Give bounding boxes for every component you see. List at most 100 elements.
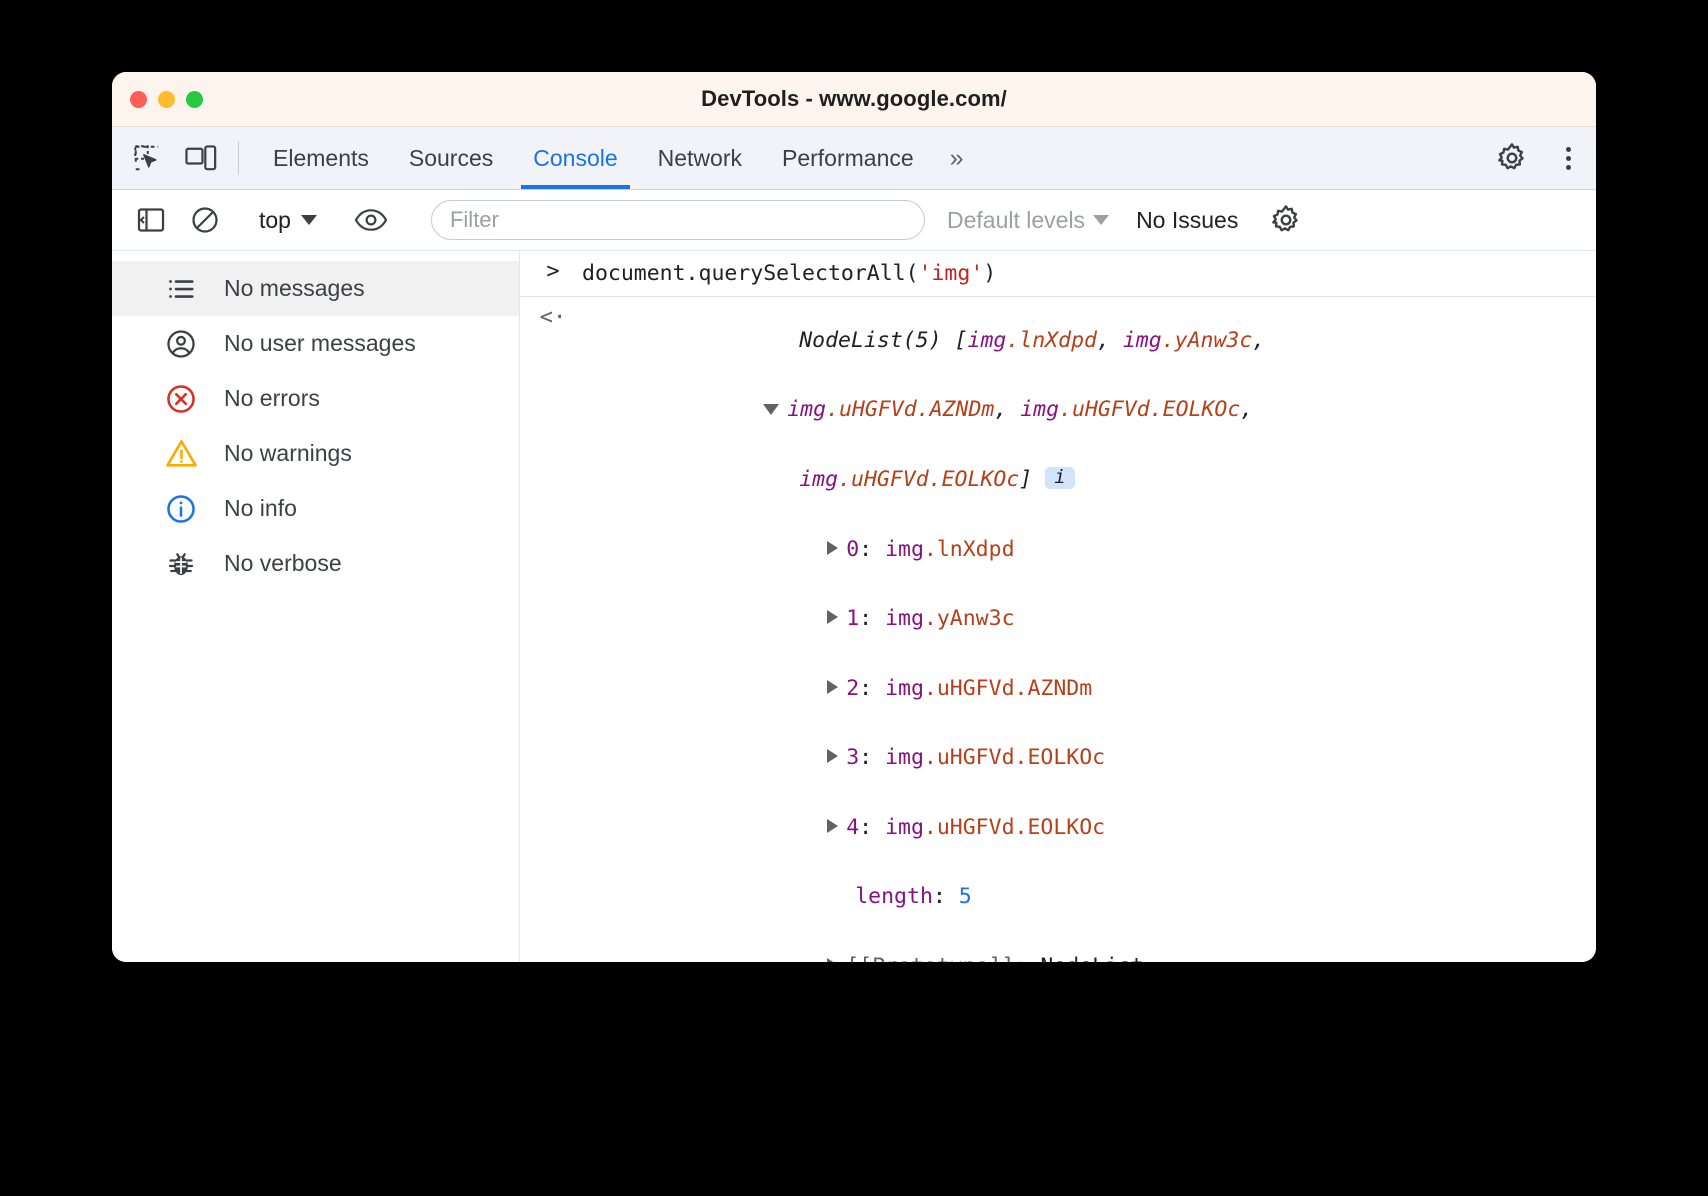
console-sidebar: No messages No user messages <box>112 251 520 962</box>
child-class: .uHGFVd.EOLKOc <box>924 815 1105 840</box>
tab-console[interactable]: Console <box>513 127 637 189</box>
info-icon <box>164 492 198 526</box>
tabstrip-divider <box>238 141 239 175</box>
list-icon <box>164 272 198 306</box>
object-child-row[interactable]: 4: img.uHGFVd.EOLKOc <box>582 793 1570 863</box>
expand-prototype-toggle-icon[interactable] <box>827 958 838 963</box>
panel-tabs: Elements Sources Console Network Perform… <box>253 127 976 189</box>
command-token-end: ) <box>983 261 996 286</box>
inspect-element-icon[interactable] <box>120 127 174 189</box>
issues-counter[interactable]: No Issues <box>1136 207 1238 234</box>
show-console-sidebar-icon[interactable] <box>124 198 178 242</box>
tabstrip-actions <box>1463 127 1596 189</box>
child-index: 0 <box>846 537 859 562</box>
more-tabs-chevron-icon[interactable]: » <box>934 127 976 189</box>
sidebar-item-info[interactable]: No info <box>112 481 519 536</box>
prototype-key: [[Prototype]] <box>846 954 1014 963</box>
object-child-row[interactable]: 0: img.lnXdpd <box>582 515 1570 585</box>
device-toolbar-icon[interactable] <box>174 127 228 189</box>
expand-child-toggle-icon[interactable] <box>827 819 838 833</box>
command-token: document.querySelectorAll( <box>582 261 919 286</box>
child-tag: img <box>885 537 924 562</box>
tab-performance[interactable]: Performance <box>762 127 934 189</box>
child-index: 4 <box>846 815 859 840</box>
window-title: DevTools - www.google.com/ <box>112 86 1596 112</box>
console-entry-input[interactable]: > document.querySelectorAll('img') <box>520 251 1596 297</box>
sidebar-item-label: No info <box>224 495 297 522</box>
child-class: .yAnw3c <box>924 606 1015 631</box>
expand-child-toggle-icon[interactable] <box>827 610 838 624</box>
tab-sources[interactable]: Sources <box>389 127 513 189</box>
command-string-token: 'img' <box>919 261 984 286</box>
more-options-kebab-icon[interactable] <box>1540 147 1596 170</box>
sidebar-item-label: No messages <box>224 275 365 302</box>
execution-context-selector[interactable]: top <box>253 207 323 234</box>
sidebar-item-label: No verbose <box>224 550 342 577</box>
child-tag: img <box>885 606 924 631</box>
console-panel: No messages No user messages <box>112 251 1596 962</box>
log-levels-label: Default levels <box>947 207 1085 234</box>
child-class: .lnXdpd <box>924 537 1015 562</box>
child-index: 2 <box>846 676 859 701</box>
filter-input[interactable]: Filter <box>431 200 925 240</box>
length-key: length <box>855 884 933 909</box>
child-tag: img <box>885 745 924 770</box>
sidebar-item-label: No warnings <box>224 440 352 467</box>
object-child-row[interactable]: 1: img.yAnw3c <box>582 584 1570 654</box>
devtools-window: DevTools - www.google.com/ Elements <box>112 72 1596 962</box>
object-child-row[interactable]: 3: img.uHGFVd.EOLKOc <box>582 723 1570 793</box>
length-value: 5 <box>959 884 972 909</box>
object-length-row: length: 5 <box>582 862 1570 932</box>
sidebar-item-user-messages[interactable]: No user messages <box>112 316 519 371</box>
child-index: 1 <box>846 606 859 631</box>
tab-network[interactable]: Network <box>638 127 762 189</box>
execution-context-label: top <box>259 207 291 234</box>
chevron-down-icon <box>301 215 317 225</box>
sidebar-item-errors[interactable]: No errors <box>112 371 519 426</box>
window-controls <box>130 91 203 108</box>
settings-gear-icon[interactable] <box>1484 142 1540 174</box>
expand-child-toggle-icon[interactable] <box>827 541 838 555</box>
info-badge[interactable]: i <box>1045 467 1074 489</box>
child-class: .uHGFVd.AZNDm <box>924 676 1092 701</box>
sidebar-item-messages[interactable]: No messages <box>112 261 519 316</box>
nodelist-header-label: NodeList(5) <box>799 328 941 353</box>
object-child-row[interactable]: 2: img.uHGFVd.AZNDm <box>582 654 1570 724</box>
console-entry-object-output[interactable]: <· NodeList(5) [img.lnXdpd, img.yAnw3c, … <box>520 297 1596 963</box>
maximize-window-button[interactable] <box>186 91 203 108</box>
sidebar-item-label: No user messages <box>224 330 416 357</box>
eye-icon[interactable] <box>344 198 398 242</box>
person-icon <box>164 327 198 361</box>
sidebar-item-verbose[interactable]: No verbose <box>112 536 519 591</box>
prototype-value: NodeList <box>1040 954 1144 963</box>
console-toolbar: top Filter Default levels No Issues <box>112 190 1596 251</box>
sidebar-item-label: No errors <box>224 385 320 412</box>
log-levels-dropdown[interactable]: Default levels <box>947 207 1109 234</box>
devtools-tabstrip: Elements Sources Console Network Perform… <box>112 127 1596 190</box>
minimize-window-button[interactable] <box>158 91 175 108</box>
screenshot-root: DevTools - www.google.com/ Elements <box>0 0 1708 1196</box>
child-class: .uHGFVd.EOLKOc <box>924 745 1105 770</box>
clear-console-icon[interactable] <box>178 198 232 242</box>
expand-child-toggle-icon[interactable] <box>827 749 838 763</box>
expand-object-toggle-icon[interactable] <box>763 404 779 415</box>
console-object-body: NodeList(5) [img.lnXdpd, img.yAnw3c, img… <box>582 306 1596 963</box>
close-window-button[interactable] <box>130 91 147 108</box>
expand-child-toggle-icon[interactable] <box>827 680 838 694</box>
console-output[interactable]: > document.querySelectorAll('img') <· No… <box>520 251 1596 962</box>
bug-icon <box>164 547 198 581</box>
child-index: 3 <box>846 745 859 770</box>
console-settings-gear-icon[interactable] <box>1259 198 1313 242</box>
warning-icon <box>164 437 198 471</box>
input-prompt-icon: > <box>536 261 570 283</box>
output-prompt-icon: <· <box>536 307 570 329</box>
window-titlebar: DevTools - www.google.com/ <box>112 72 1596 127</box>
tab-elements[interactable]: Elements <box>253 127 389 189</box>
sidebar-item-warnings[interactable]: No warnings <box>112 426 519 481</box>
object-prototype-row[interactable]: [[Prototype]]: NodeList <box>582 932 1570 963</box>
child-tag: img <box>885 815 924 840</box>
chevron-down-icon <box>1093 215 1109 225</box>
console-entry-text: document.querySelectorAll('img') <box>582 260 1596 287</box>
error-icon <box>164 382 198 416</box>
child-tag: img <box>885 676 924 701</box>
